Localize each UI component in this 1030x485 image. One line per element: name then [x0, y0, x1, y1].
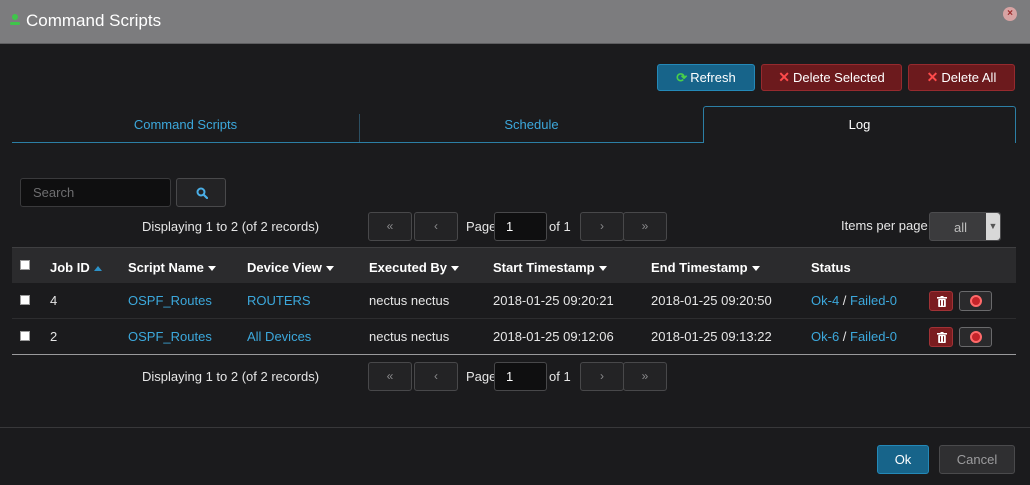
page-count-bottom: of 1: [549, 369, 571, 384]
status-failed-link[interactable]: Failed-0: [850, 329, 897, 344]
window-title: Command Scripts: [26, 11, 162, 30]
table-row: 2 OSPF_Routes All Devices nectus nectus …: [12, 319, 1016, 355]
stop-row-button[interactable]: [959, 327, 992, 347]
sort-icon: [751, 266, 760, 272]
ok-button[interactable]: Ok: [877, 445, 929, 474]
stop-row-button[interactable]: [959, 291, 992, 311]
next-page-button-bottom[interactable]: ›: [580, 362, 624, 391]
status-failed-link[interactable]: Failed-0: [850, 293, 897, 308]
trash-icon: [937, 332, 947, 343]
sort-icon: [451, 266, 460, 272]
end-timestamp-cell: 2018-01-25 09:20:50: [651, 293, 772, 308]
trash-icon: [937, 296, 947, 307]
next-page-button[interactable]: ›: [580, 212, 624, 241]
device-view-link[interactable]: ROUTERS: [247, 293, 311, 308]
row-checkbox[interactable]: [20, 331, 30, 341]
sort-icon: [207, 266, 216, 272]
job-id-cell: 4: [50, 293, 58, 308]
first-page-button-bottom[interactable]: «: [368, 362, 412, 391]
delete-all-button[interactable]: ✕ Delete All: [908, 64, 1015, 91]
status-separator: /: [839, 329, 851, 344]
tabs-underline: [12, 142, 703, 143]
table-header: Job ID Script Name Device View Executed …: [12, 247, 1016, 283]
header-device-view[interactable]: Device View: [247, 260, 334, 275]
sort-asc-icon: [93, 266, 102, 272]
first-page-button[interactable]: «: [368, 212, 412, 241]
delete-selected-button[interactable]: ✕ Delete Selected: [761, 64, 902, 91]
prev-page-button[interactable]: ‹: [414, 212, 458, 241]
refresh-button[interactable]: ⟳ Refresh: [657, 64, 755, 91]
table-divider: [12, 354, 1016, 355]
page-label: Page: [466, 219, 497, 234]
sort-icon: [325, 266, 334, 272]
items-per-page-select[interactable]: all ▼: [929, 212, 1001, 241]
cancel-button[interactable]: Cancel: [939, 445, 1015, 474]
green-status-icon: [10, 14, 20, 25]
header-end-timestamp[interactable]: End Timestamp: [651, 260, 760, 275]
row-checkbox[interactable]: [20, 295, 30, 305]
delete-row-button[interactable]: [929, 327, 953, 347]
last-page-button-bottom[interactable]: »: [623, 362, 667, 391]
status-cell: Ok-4 / Failed-0: [811, 293, 897, 308]
tab-command-scripts[interactable]: Command Scripts: [12, 114, 359, 142]
x-icon: ✕: [778, 69, 790, 85]
search-input[interactable]: [20, 178, 171, 207]
executed-by-cell: nectus nectus: [369, 329, 450, 344]
header-script-name[interactable]: Script Name: [128, 260, 216, 275]
search-icon: [196, 187, 208, 199]
header-start-timestamp[interactable]: Start Timestamp: [493, 260, 607, 275]
close-icon[interactable]: ×: [1003, 7, 1017, 21]
delete-all-label: Delete All: [941, 70, 997, 85]
search-button[interactable]: [176, 178, 226, 207]
title-bar: Command Scripts ×: [0, 0, 1030, 44]
delete-selected-label: Delete Selected: [792, 70, 885, 85]
page-label-bottom: Page: [466, 369, 497, 384]
page-number-input[interactable]: [494, 212, 547, 241]
header-job-id[interactable]: Job ID: [50, 260, 102, 275]
prev-page-button-bottom[interactable]: ‹: [414, 362, 458, 391]
refresh-label: Refresh: [690, 70, 736, 85]
displaying-text: Displaying 1 to 2 (of 2 records): [142, 219, 320, 234]
start-timestamp-cell: 2018-01-25 09:20:21: [493, 293, 614, 308]
tab-schedule[interactable]: Schedule: [359, 114, 703, 142]
status-ok-link[interactable]: Ok-6: [811, 329, 839, 344]
sort-icon: [598, 266, 607, 272]
status-cell: Ok-6 / Failed-0: [811, 329, 897, 344]
table-row: 4 OSPF_Routes ROUTERS nectus nectus 2018…: [12, 283, 1016, 319]
delete-row-button[interactable]: [929, 291, 953, 311]
script-name-link[interactable]: OSPF_Routes: [128, 329, 212, 344]
end-timestamp-cell: 2018-01-25 09:13:22: [651, 329, 772, 344]
page-count: of 1: [549, 219, 571, 234]
executed-by-cell: nectus nectus: [369, 293, 450, 308]
job-id-cell: 2: [50, 329, 58, 344]
script-name-link[interactable]: OSPF_Routes: [128, 293, 212, 308]
chevron-down-icon: ▼: [986, 213, 1000, 240]
stop-icon: [970, 331, 982, 343]
x-icon: ✕: [926, 69, 939, 85]
status-separator: /: [839, 293, 851, 308]
refresh-icon: ⟳: [676, 70, 688, 85]
select-all-checkbox[interactable]: [20, 260, 30, 270]
start-timestamp-cell: 2018-01-25 09:12:06: [493, 329, 614, 344]
items-per-page-value: all: [954, 220, 968, 235]
displaying-text-bottom: Displaying 1 to 2 (of 2 records): [142, 369, 320, 384]
stop-icon: [970, 295, 982, 307]
footer-divider: [0, 427, 1030, 428]
last-page-button[interactable]: »: [623, 212, 667, 241]
items-per-page-label: Items per page: [841, 218, 928, 233]
header-status: Status: [811, 260, 851, 275]
header-executed-by[interactable]: Executed By: [369, 260, 460, 275]
status-ok-link[interactable]: Ok-4: [811, 293, 839, 308]
tab-log[interactable]: Log: [703, 106, 1016, 143]
device-view-link[interactable]: All Devices: [247, 329, 311, 344]
page-number-input-bottom[interactable]: [494, 362, 547, 391]
